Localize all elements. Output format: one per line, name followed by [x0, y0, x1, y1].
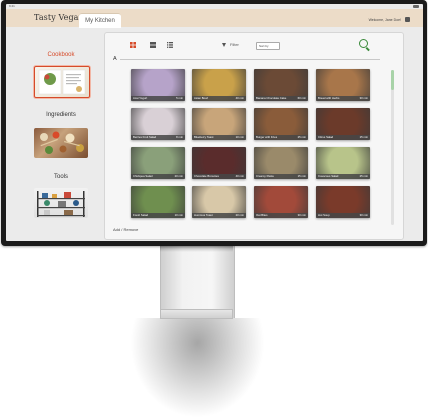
filter-icon	[222, 42, 226, 47]
recipe-caption: Banana Chocolate Cake 60 min	[254, 96, 308, 101]
recipe-card[interactable]: Fresh Salad 10 min	[131, 186, 185, 218]
recipe-name: Chickpea Salad	[133, 174, 153, 178]
recipe-caption: Creamy Pasta 15 min	[254, 174, 308, 179]
recipe-card[interactable]: Chickpea Salad 20 min	[131, 147, 185, 179]
recipe-name: Oat Bites	[256, 213, 268, 217]
recipe-card[interactable]: Couscous Salad 25 min	[316, 147, 370, 179]
recipe-name: Asian Bowl	[194, 96, 208, 100]
recipe-time: 10 min	[235, 135, 244, 139]
recipe-name: Chocolate Brownies	[194, 174, 219, 178]
cookbook-thumbnail[interactable]	[34, 66, 90, 98]
stage: 9:41 Tasty Vegan My Kitchen Welcome, Jan…	[0, 0, 428, 420]
section-letter: A	[113, 56, 117, 62]
tools-thumbnail[interactable]	[34, 188, 88, 218]
search-icon[interactable]	[359, 39, 368, 48]
recipe-caption: Couscous Salad 25 min	[316, 174, 370, 179]
recipe-card[interactable]: Hummus Toast 20 min	[192, 186, 246, 218]
recipe-caption: Hummus Toast 20 min	[192, 213, 246, 218]
recipe-time: 30 min	[297, 213, 306, 217]
detail-list-icon[interactable]	[167, 42, 173, 48]
sidebar-item-cookbook[interactable]: Cookbook	[26, 52, 96, 58]
recipe-time: 60 min	[297, 96, 306, 100]
welcome-text: Welcome, Jane Doe!	[368, 18, 401, 22]
sort-dropdown[interactable]: Sort by	[256, 42, 280, 50]
stand-hinge	[160, 309, 233, 319]
recipe-name: Bread with Herbs	[318, 96, 340, 100]
recipes-panel: Filter Sort by A Acai Yogurt 5 min Asian B…	[104, 32, 404, 240]
recipe-card[interactable]: Burger with Fries 25 min	[254, 108, 308, 140]
user-menu-icon[interactable]	[405, 17, 410, 22]
stand-shadow	[130, 318, 265, 418]
recipe-caption: Blueberry Toast 10 min	[192, 135, 246, 140]
recipe-caption: Oat Bites 30 min	[254, 213, 308, 218]
recipe-caption: Bread with Herbs 30 min	[316, 96, 370, 101]
add-remove-button[interactable]: Add / Remove	[113, 227, 138, 232]
filter-label: Filter	[230, 42, 239, 47]
recipe-time: 40 min	[235, 174, 244, 178]
ingredients-thumbnail[interactable]	[34, 128, 88, 158]
list-view-icon[interactable]	[150, 42, 156, 48]
recipe-card[interactable]: Citrus Salad 15 min	[316, 108, 370, 140]
recipe-caption: Burger with Fries 25 min	[254, 135, 308, 140]
recipe-card[interactable]: Creamy Pasta 15 min	[254, 147, 308, 179]
tab-my-kitchen[interactable]: My Kitchen	[79, 13, 121, 28]
recipe-card[interactable]: Oat Bites 30 min	[254, 186, 308, 218]
recipe-card[interactable]: Bread with Herbs 30 min	[316, 69, 370, 101]
recipe-caption: Acai Yogurt 5 min	[131, 96, 185, 101]
app-header: Tasty Vegan My Kitchen Welcome, Jane Doe…	[6, 9, 423, 28]
recipe-time: 30 min	[359, 96, 368, 100]
recipe-caption: Berries Fruit Salad 8 min	[131, 135, 185, 140]
recipe-name: Banana Chocolate Cake	[256, 96, 287, 100]
recipe-caption: Chocolate Brownies 40 min	[192, 174, 246, 179]
recipe-time: 30 min	[359, 213, 368, 217]
recipe-card[interactable]: Berries Fruit Salad 8 min	[131, 108, 185, 140]
grid-view-icon[interactable]	[130, 42, 136, 48]
recipe-name: Blueberry Toast	[194, 135, 214, 139]
app-logo[interactable]: Tasty Vegan	[34, 13, 84, 22]
recipe-name: Citrus Salad	[318, 135, 334, 139]
recipe-name: Berries Fruit Salad	[133, 135, 157, 139]
recipe-time: 25 min	[297, 135, 306, 139]
scrollbar[interactable]	[391, 70, 394, 225]
stand-top-shadow	[160, 246, 233, 252]
recipe-time: 10 min	[174, 213, 183, 217]
recipe-name: Creamy Pasta	[256, 174, 274, 178]
recipe-name: Hot Soup	[318, 213, 330, 217]
recipe-name: Couscous Salad	[318, 174, 339, 178]
section-divider	[120, 59, 380, 60]
recipe-time: 20 min	[235, 213, 244, 217]
recipe-caption: Hot Soup 30 min	[316, 213, 370, 218]
recipe-card[interactable]: Chocolate Brownies 40 min	[192, 147, 246, 179]
recipe-card[interactable]: Asian Bowl 40 min	[192, 69, 246, 101]
recipe-name: Fresh Salad	[133, 213, 149, 217]
monitor-stand	[160, 246, 235, 318]
recipe-time: 15 min	[297, 174, 306, 178]
app-screen: 9:41 Tasty Vegan My Kitchen Welcome, Jan…	[6, 4, 423, 241]
recipe-time: 40 min	[235, 96, 244, 100]
sidebar-item-ingredients[interactable]: Ingredients	[26, 112, 96, 118]
recipe-card[interactable]: Acai Yogurt 5 min	[131, 69, 185, 101]
filter-button[interactable]: Filter	[222, 42, 239, 47]
status-time: 9:41	[9, 4, 15, 8]
recipe-card[interactable]: Blueberry Toast 10 min	[192, 108, 246, 140]
recipe-card[interactable]: Hot Soup 30 min	[316, 186, 370, 218]
recipe-time: 25 min	[359, 174, 368, 178]
recipe-time: 15 min	[359, 135, 368, 139]
scrollbar-thumb[interactable]	[391, 70, 394, 90]
sidebar-item-tools[interactable]: Tools	[26, 174, 96, 180]
recipe-time: 5 min	[176, 96, 183, 100]
recipe-time: 8 min	[176, 135, 183, 139]
recipe-name: Burger with Fries	[256, 135, 278, 139]
recipe-caption: Asian Bowl 40 min	[192, 96, 246, 101]
recipe-caption: Chickpea Salad 20 min	[131, 174, 185, 179]
recipe-name: Hummus Toast	[194, 213, 213, 217]
battery-icon	[413, 5, 419, 8]
recipe-time: 20 min	[174, 174, 183, 178]
recipe-caption: Fresh Salad 10 min	[131, 213, 185, 218]
recipe-card[interactable]: Banana Chocolate Cake 60 min	[254, 69, 308, 101]
monitor-frame: 9:41 Tasty Vegan My Kitchen Welcome, Jan…	[1, 0, 427, 246]
recipe-caption: Citrus Salad 15 min	[316, 135, 370, 140]
recipe-name: Acai Yogurt	[133, 96, 148, 100]
